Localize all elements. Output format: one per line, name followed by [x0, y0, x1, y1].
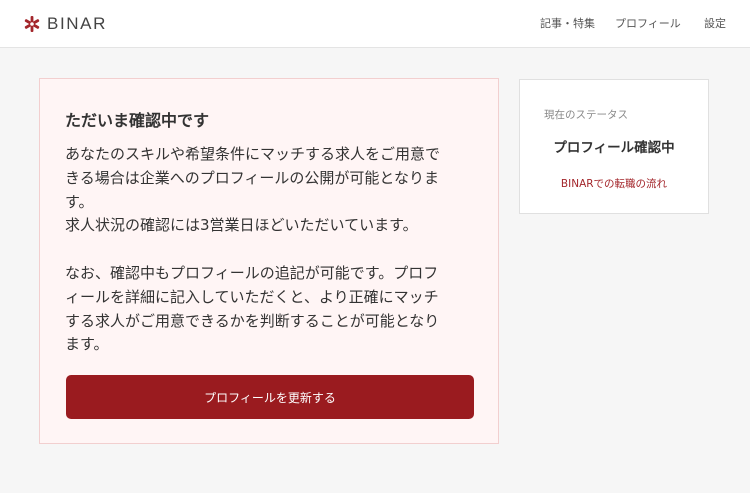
status-value: プロフィール確認中: [553, 140, 675, 156]
notice-body: あなたのスキルや希望条件にマッチする求人をご用意で きる場合は企業へのプロフィー…: [65, 143, 475, 357]
nav-settings-link[interactable]: 設定: [704, 15, 726, 31]
nav-profile-link[interactable]: プロフィール: [615, 15, 681, 31]
notice-line: 求人状況の確認には3営業日ほどいただいています。: [65, 216, 418, 235]
notice-line: ます。: [65, 335, 109, 354]
update-profile-button[interactable]: プロフィールを更新する: [66, 375, 474, 419]
review-notice-panel: ただいま確認中です あなたのスキルや希望条件にマッチする求人をご用意で きる場合…: [39, 78, 499, 444]
notice-line: す。: [65, 192, 94, 211]
status-label: 現在のステータス: [544, 109, 628, 121]
notice-title: ただいま確認中です: [65, 111, 210, 130]
nav-articles-link[interactable]: 記事・特集: [540, 15, 595, 31]
notice-line: ィールを詳細に記入していただくと、より正確にマッチ: [65, 287, 439, 306]
site-header: BINAR 記事・特集 プロフィール 設定: [0, 0, 750, 48]
logo-text: BINAR: [47, 14, 107, 33]
site-logo[interactable]: BINAR: [23, 13, 107, 35]
binar-asterisk-logo-icon: [24, 16, 40, 32]
notice-line: きる場合は企業へのプロフィールの公開が可能となりま: [65, 168, 439, 187]
notice-line: する求人がご用意できるかを判断することが可能となり: [65, 311, 440, 330]
career-flow-link[interactable]: BINARでの転職の流れ: [520, 176, 708, 191]
notice-line: なお、確認中もプロフィールの追記が可能です。プロフ: [65, 263, 439, 282]
notice-line: あなたのスキルや希望条件にマッチする求人をご用意で: [65, 145, 441, 163]
status-card: 現在のステータス プロフィール確認中 BINARでの転職の流れ: [519, 79, 709, 214]
